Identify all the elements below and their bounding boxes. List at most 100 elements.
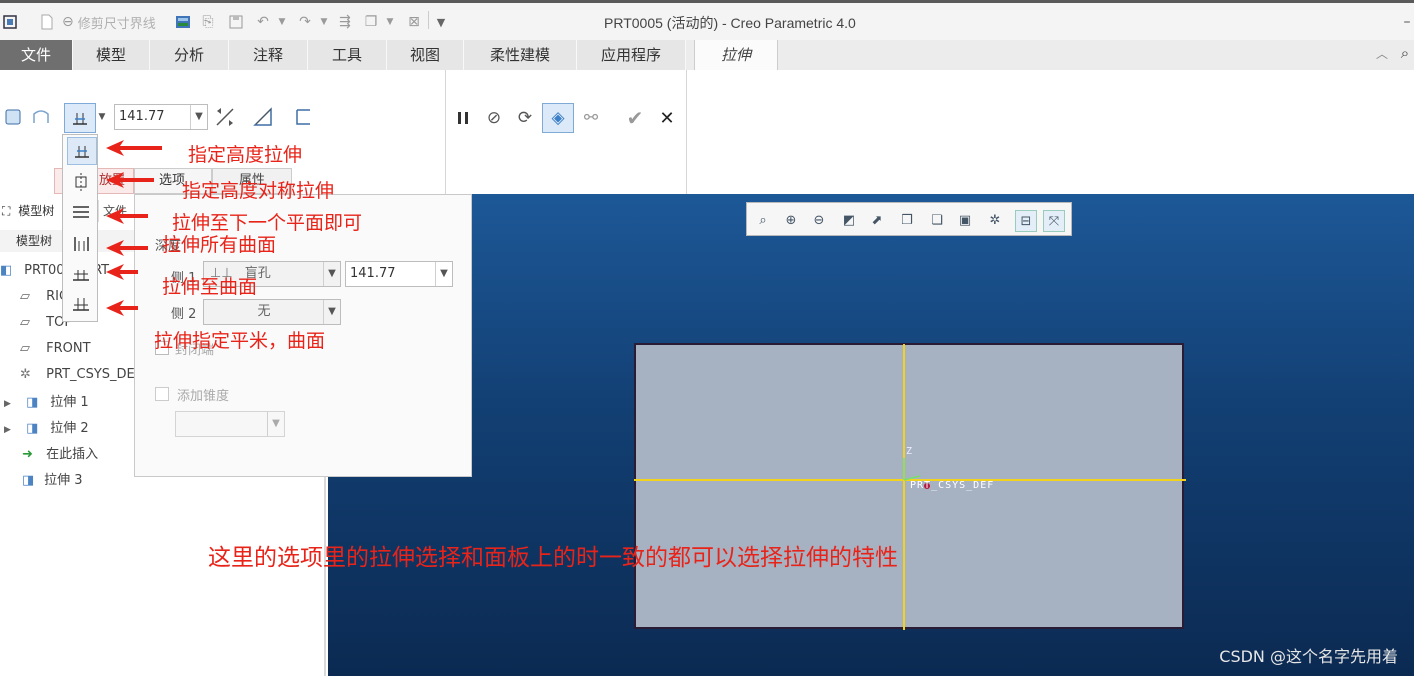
repaint-icon[interactable]: ◩ <box>839 210 859 230</box>
app-menu-icon[interactable] <box>0 11 20 33</box>
tree-item-label: 在此插入 <box>46 447 99 462</box>
tab-analysis[interactable]: 分析 <box>150 40 229 70</box>
side2-depth-type-dropdown-icon[interactable]: ▼ <box>323 300 340 324</box>
side1-depth-type-dropdown-icon[interactable]: ▼ <box>323 262 340 286</box>
add-taper-label: 添加锥度 <box>177 389 230 404</box>
datum-plane-icon: ▱ <box>20 341 30 356</box>
annotation-through-all: 拉伸所有曲面 <box>162 234 277 256</box>
taper-angle-input[interactable]: ▼ <box>175 411 285 437</box>
blind-depth-option[interactable] <box>67 137 97 165</box>
zoom-out-icon[interactable]: ⊖ <box>809 210 829 230</box>
save-icon[interactable] <box>226 11 246 33</box>
tree-item-label: 拉伸 3 <box>44 473 83 488</box>
search-icon[interactable]: ⌕ <box>1396 42 1414 64</box>
depth-type-dropdown-icon[interactable]: ▼ <box>95 104 109 130</box>
close-window-icon[interactable]: ⊠ <box>404 11 424 33</box>
collapse-ribbon-icon[interactable]: ︿ <box>1374 42 1390 64</box>
cancel-icon[interactable]: ✕ <box>654 105 680 131</box>
datum-display-icon[interactable]: ✲ <box>985 210 1005 230</box>
tree-item-extrude-2[interactable]: ▶ ◨ 拉伸 2 <box>4 418 89 440</box>
ribbon-divider <box>686 70 687 194</box>
ribbon-divider <box>445 70 446 194</box>
to-surface-option[interactable] <box>67 261 95 287</box>
thicken-sketch-icon[interactable] <box>290 104 316 130</box>
windows-icon[interactable]: ❐ <box>360 11 382 33</box>
depth-value-dropdown-icon[interactable]: ▼ <box>190 105 207 129</box>
confirm-icon[interactable]: ✔ <box>622 105 648 131</box>
annotation-arrow <box>106 172 154 188</box>
symmetric-depth-option[interactable] <box>67 169 95 195</box>
side1-depth-value-dropdown-icon[interactable]: ▼ <box>435 262 452 286</box>
undo-icon[interactable]: ↶ <box>252 11 274 33</box>
solid-extrude-icon[interactable] <box>0 104 26 130</box>
csys-z-label: Z <box>906 446 913 457</box>
regenerate-icon[interactable] <box>174 11 192 33</box>
extrude-feature-icon: ◨ <box>26 395 39 410</box>
flip-direction-icon[interactable] <box>212 104 238 130</box>
tree-item-label: 拉伸 2 <box>50 421 89 436</box>
display-style-icon[interactable]: ❒ <box>897 210 917 230</box>
tab-applications[interactable]: 应用程序 <box>577 40 686 70</box>
refit-icon[interactable]: ⌕ <box>753 210 773 230</box>
to-next-option[interactable] <box>67 199 95 225</box>
extrude-feature-icon: ◨ <box>22 473 35 488</box>
verify-preview-icon[interactable]: ◈ <box>542 103 574 133</box>
redo-icon[interactable]: ↷ <box>294 11 316 33</box>
new-file-icon[interactable] <box>38 11 56 33</box>
insert-here-icon: ➜ <box>22 447 33 462</box>
regenerate-manager-icon[interactable]: ⇶ <box>334 11 356 33</box>
no-preview-icon[interactable]: ⊘ <box>481 105 507 131</box>
saved-orientations-icon[interactable]: ❏ <box>927 210 947 230</box>
windows-dropdown-icon[interactable]: ▼ <box>384 11 396 33</box>
feature-preview-icon[interactable]: ⚯ <box>578 105 604 131</box>
tab-annotate[interactable]: 注释 <box>229 40 308 70</box>
tab-extrude[interactable]: 拉伸 <box>694 40 778 70</box>
csys-name-label: PRT_CSYS_DEF <box>910 480 995 491</box>
through-all-option[interactable] <box>67 231 95 257</box>
spin-center-icon[interactable]: ⤧ <box>1043 210 1065 232</box>
annotation-note: 这里的选项里的拉伸选择和面板上的时一致的都可以选择拉伸的特性 <box>208 545 898 571</box>
taper-angle-dropdown-icon[interactable]: ▼ <box>267 412 284 436</box>
annotation-arrow <box>106 208 148 224</box>
tab-tools[interactable]: 工具 <box>308 40 387 70</box>
expand-icon[interactable]: ▶ <box>4 393 16 415</box>
perspective-icon[interactable]: ⬈ <box>867 210 887 230</box>
surface-extrude-icon[interactable] <box>28 104 54 130</box>
tab-view[interactable]: 视图 <box>387 40 464 70</box>
datum-plane-icon: ▱ <box>20 315 30 330</box>
side1-depth-value-input[interactable]: 141.77 ▼ <box>345 261 453 287</box>
tab-model[interactable]: 模型 <box>73 40 150 70</box>
watermark: CSDN @这个名字先用着 <box>1219 647 1398 666</box>
model-tree-tab-label: 模型树 <box>18 204 55 218</box>
add-taper-checkbox[interactable] <box>155 387 169 401</box>
annotation-blind: 指定高度拉伸 <box>188 144 303 166</box>
side1-depth-value: 141.77 <box>350 266 396 281</box>
model-tree-tab-icon: ⛶ <box>2 204 11 218</box>
pause-icon[interactable] <box>450 105 476 131</box>
annotation-arrow <box>106 300 138 316</box>
remove-material-icon[interactable] <box>250 104 276 130</box>
open-icon[interactable]: ⎘ <box>198 11 218 33</box>
trim-dimension-lines-button[interactable]: ⊖ 修剪尺寸界线 <box>62 11 172 33</box>
tree-item-extrude-1[interactable]: ▶ ◨ 拉伸 1 <box>4 392 89 414</box>
tree-item-extrude-3[interactable]: ◨ 拉伸 3 <box>22 470 83 492</box>
expand-icon[interactable]: ▶ <box>4 419 16 441</box>
tab-flexible-modeling[interactable]: 柔性建模 <box>464 40 577 70</box>
minimize-icon[interactable]: – <box>1400 11 1414 33</box>
attached-preview-icon[interactable]: ⟳ <box>512 105 538 131</box>
tab-file[interactable]: 文件 <box>0 40 73 70</box>
datum-axes-overlay <box>634 344 1186 630</box>
tree-item-insert-here[interactable]: ➜ 在此插入 <box>22 444 98 466</box>
customize-quick-access-icon[interactable]: ▼ <box>434 11 448 33</box>
tree-item-csys[interactable]: ✲ PRT_CSYS_DEF <box>20 364 142 386</box>
zoom-in-icon[interactable]: ⊕ <box>781 210 801 230</box>
to-selected-option[interactable] <box>67 291 95 317</box>
depth-type-button[interactable] <box>64 103 96 133</box>
view-manager-icon[interactable]: ▣ <box>955 210 975 230</box>
annotation-display-icon[interactable]: ⊟ <box>1015 210 1037 232</box>
side2-depth-type-select[interactable]: 无 ▼ <box>203 299 341 325</box>
undo-dropdown-icon[interactable]: ▼ <box>276 11 288 33</box>
redo-dropdown-icon[interactable]: ▼ <box>318 11 330 33</box>
tree-item-front[interactable]: ▱ FRONT <box>20 338 91 360</box>
depth-value-input[interactable]: 141.77 ▼ <box>114 104 208 130</box>
